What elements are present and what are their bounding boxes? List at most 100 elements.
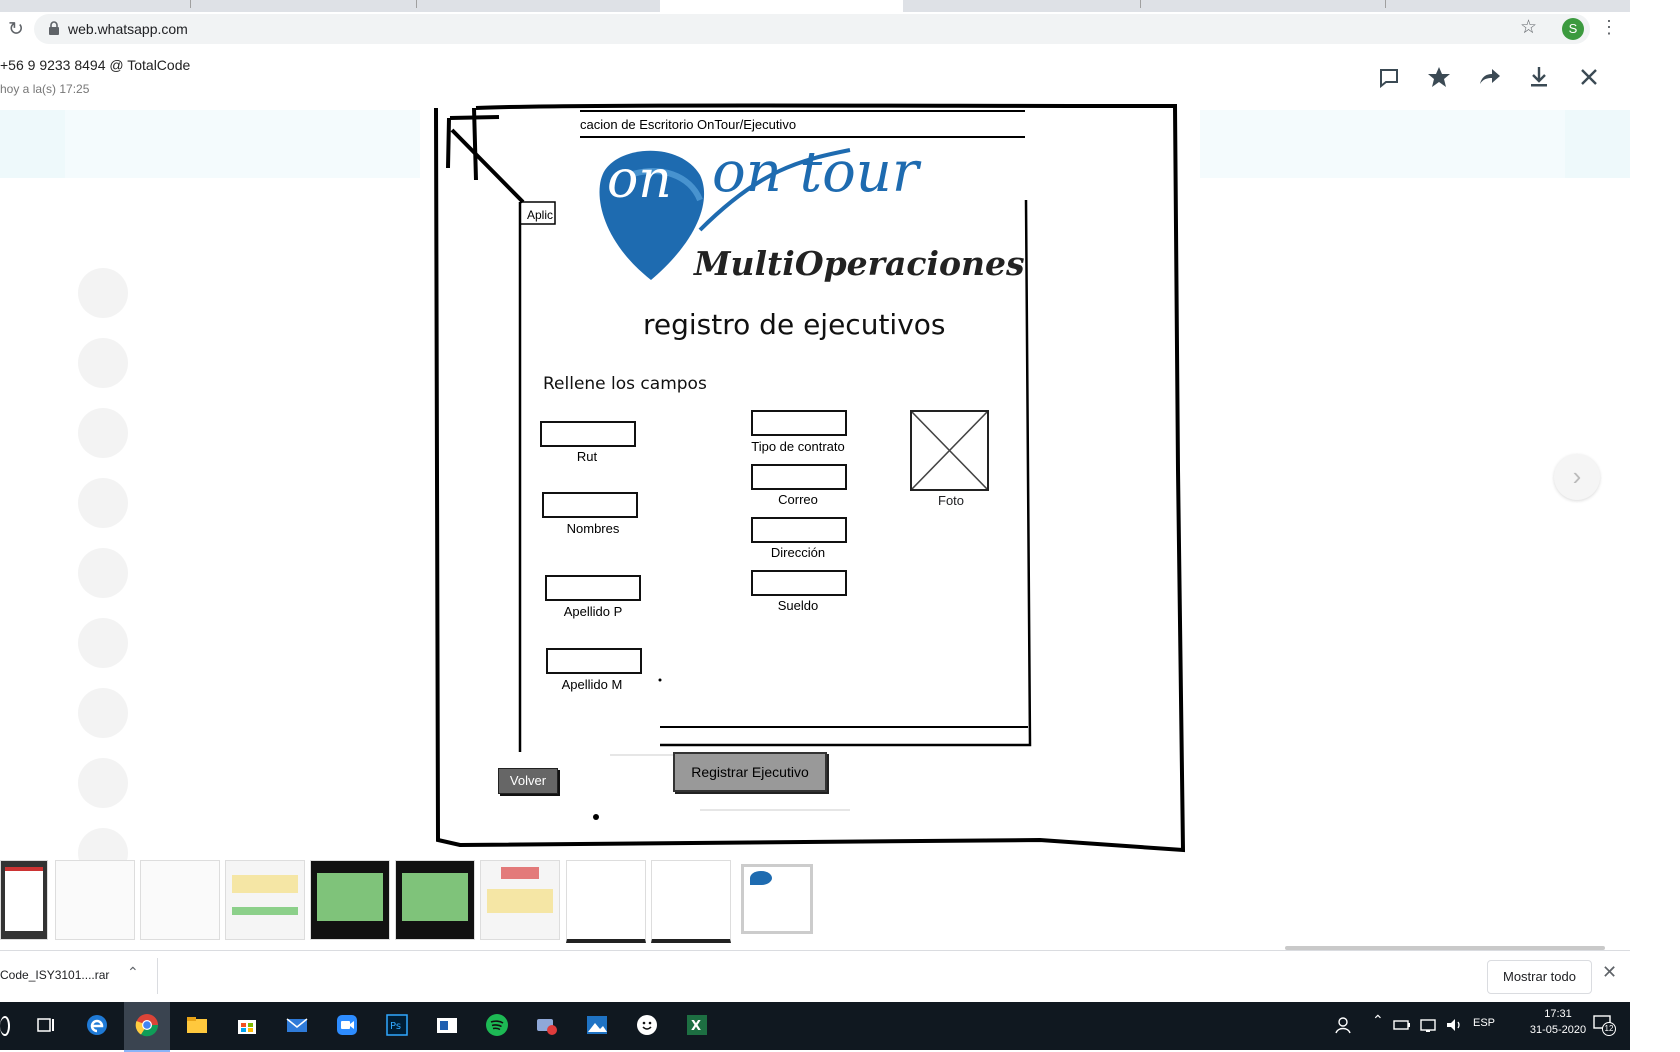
media-sender: +56 9 9233 8494 @ TotalCode [0, 57, 191, 73]
show-all-downloads-button[interactable]: Mostrar todo [1487, 960, 1592, 994]
download-bar [0, 950, 1630, 1003]
chat-avatar [78, 758, 128, 808]
thumbnail[interactable] [0, 860, 48, 940]
notification-count-badge: 12 [1602, 1022, 1616, 1036]
tipo-contrato-label: Tipo de contrato [751, 439, 845, 454]
tipo-contrato-field [751, 410, 847, 436]
banner-left [0, 110, 65, 178]
photoshop-icon[interactable]: Ps [385, 1013, 409, 1037]
volume-icon[interactable] [1444, 1013, 1464, 1037]
input-language[interactable]: ESP [1473, 1017, 1495, 1029]
show-hidden-icons-icon[interactable]: ⌃ [1372, 1012, 1384, 1029]
download-icon[interactable] [1524, 62, 1554, 92]
excel-icon[interactable]: X [685, 1013, 709, 1037]
clock-date: 31-05-2020 [1529, 1024, 1587, 1036]
form-instructions: Rellene los campos [543, 374, 707, 394]
lock-icon[interactable] [48, 21, 60, 35]
sketch-window-title: cacion de Escritorio OnTour/Ejecutivo [580, 117, 797, 132]
apellido-m-field [546, 648, 642, 674]
direccion-field [751, 517, 847, 543]
thumbnail[interactable] [566, 860, 646, 943]
action-center-icon[interactable]: 12 [1592, 1012, 1616, 1036]
media-thumbnail-strip [0, 858, 1630, 943]
taskbar-clock[interactable]: 17:31 31-05-2020 [1528, 1006, 1588, 1038]
media-timestamp: hoy a la(s) 17:25 [0, 82, 90, 96]
rut-label: Rut [576, 449, 598, 464]
news-icon[interactable] [435, 1013, 459, 1037]
chevron-up-icon[interactable]: ⌃ [127, 964, 139, 981]
photos-icon[interactable] [585, 1013, 609, 1037]
emoji-app-icon[interactable] [635, 1013, 659, 1037]
apellido-m-label: Apellido M [561, 677, 623, 692]
chat-avatar [78, 338, 128, 388]
zoom-icon[interactable] [335, 1013, 359, 1037]
close-icon[interactable] [1574, 62, 1604, 92]
svg-text:X: X [691, 1019, 701, 1034]
logo-tour: on tour [712, 140, 919, 205]
chat-avatar [78, 408, 128, 458]
sueldo-label: Sueldo [777, 598, 819, 613]
tab-separator [416, 0, 417, 8]
photo-label: Foto [938, 493, 965, 508]
clock-time: 17:31 [1544, 1008, 1572, 1020]
profile-avatar[interactable]: S [1562, 18, 1584, 40]
spotify-icon[interactable] [485, 1013, 509, 1037]
chat-avatar [78, 688, 128, 738]
edge-icon[interactable] [85, 1013, 109, 1037]
form-heading: registro de ejecutivos [643, 308, 946, 341]
thumbnail[interactable] [480, 860, 560, 940]
chrome-icon[interactable] [135, 1013, 159, 1037]
browser-menu-icon[interactable]: ⋮ [1600, 16, 1618, 38]
message-icon[interactable] [1374, 62, 1404, 92]
camera-app-icon[interactable] [535, 1013, 559, 1037]
reload-icon[interactable]: ↻ [4, 18, 28, 42]
chat-avatar [78, 548, 128, 598]
bookmark-star-icon[interactable]: ☆ [1520, 17, 1537, 39]
logo-multioperaciones: MultiOperaciones [694, 244, 1025, 283]
url-text[interactable]: web.whatsapp.com [68, 19, 188, 39]
direccion-label: Dirección [770, 545, 826, 560]
apellido-p-label: Apellido P [563, 604, 623, 619]
forward-icon[interactable] [1474, 62, 1504, 92]
right-margin [1630, 0, 1680, 1050]
task-view-icon[interactable] [34, 1013, 58, 1037]
register-executive-button: Registrar Ejecutivo [673, 752, 827, 792]
close-download-bar-icon[interactable]: ✕ [1602, 962, 1617, 983]
thumbnail[interactable] [310, 860, 390, 940]
back-button: Volver [498, 768, 558, 794]
nombres-field [542, 492, 638, 518]
network-icon[interactable] [1418, 1013, 1438, 1037]
search-icon[interactable] [0, 1016, 10, 1036]
store-icon[interactable] [235, 1013, 259, 1037]
file-explorer-icon[interactable] [185, 1013, 209, 1037]
thumbnail-selected[interactable] [741, 864, 813, 934]
banner-right [1565, 110, 1630, 178]
tab-separator [190, 0, 191, 8]
svg-text:Ps: Ps [390, 1021, 401, 1032]
thumbnail[interactable] [140, 860, 220, 940]
people-icon[interactable] [1334, 1013, 1352, 1037]
sueldo-field [751, 570, 847, 596]
chat-avatar [78, 618, 128, 668]
address-bar[interactable] [34, 14, 1590, 44]
thumbnail[interactable] [395, 860, 475, 940]
chat-avatar [78, 478, 128, 528]
tab-separator [1140, 0, 1141, 8]
thumbnail[interactable] [651, 860, 731, 943]
star-icon[interactable] [1424, 62, 1454, 92]
active-tab[interactable] [660, 0, 903, 12]
correo-label: Correo [778, 492, 818, 507]
rut-field [540, 421, 636, 447]
mail-icon[interactable] [285, 1013, 309, 1037]
battery-icon[interactable] [1392, 1013, 1412, 1037]
photo-placeholder [910, 410, 989, 491]
download-file-name[interactable]: Code_ISY3101....rar [0, 968, 109, 982]
nombres-label: Nombres [566, 521, 620, 536]
download-divider [157, 958, 158, 994]
correo-field [751, 464, 847, 490]
next-media-button[interactable]: › [1554, 454, 1600, 500]
thumbnail[interactable] [55, 860, 135, 940]
thumbnail[interactable] [225, 860, 305, 940]
chat-avatar [78, 268, 128, 318]
apellido-p-field [545, 575, 641, 601]
